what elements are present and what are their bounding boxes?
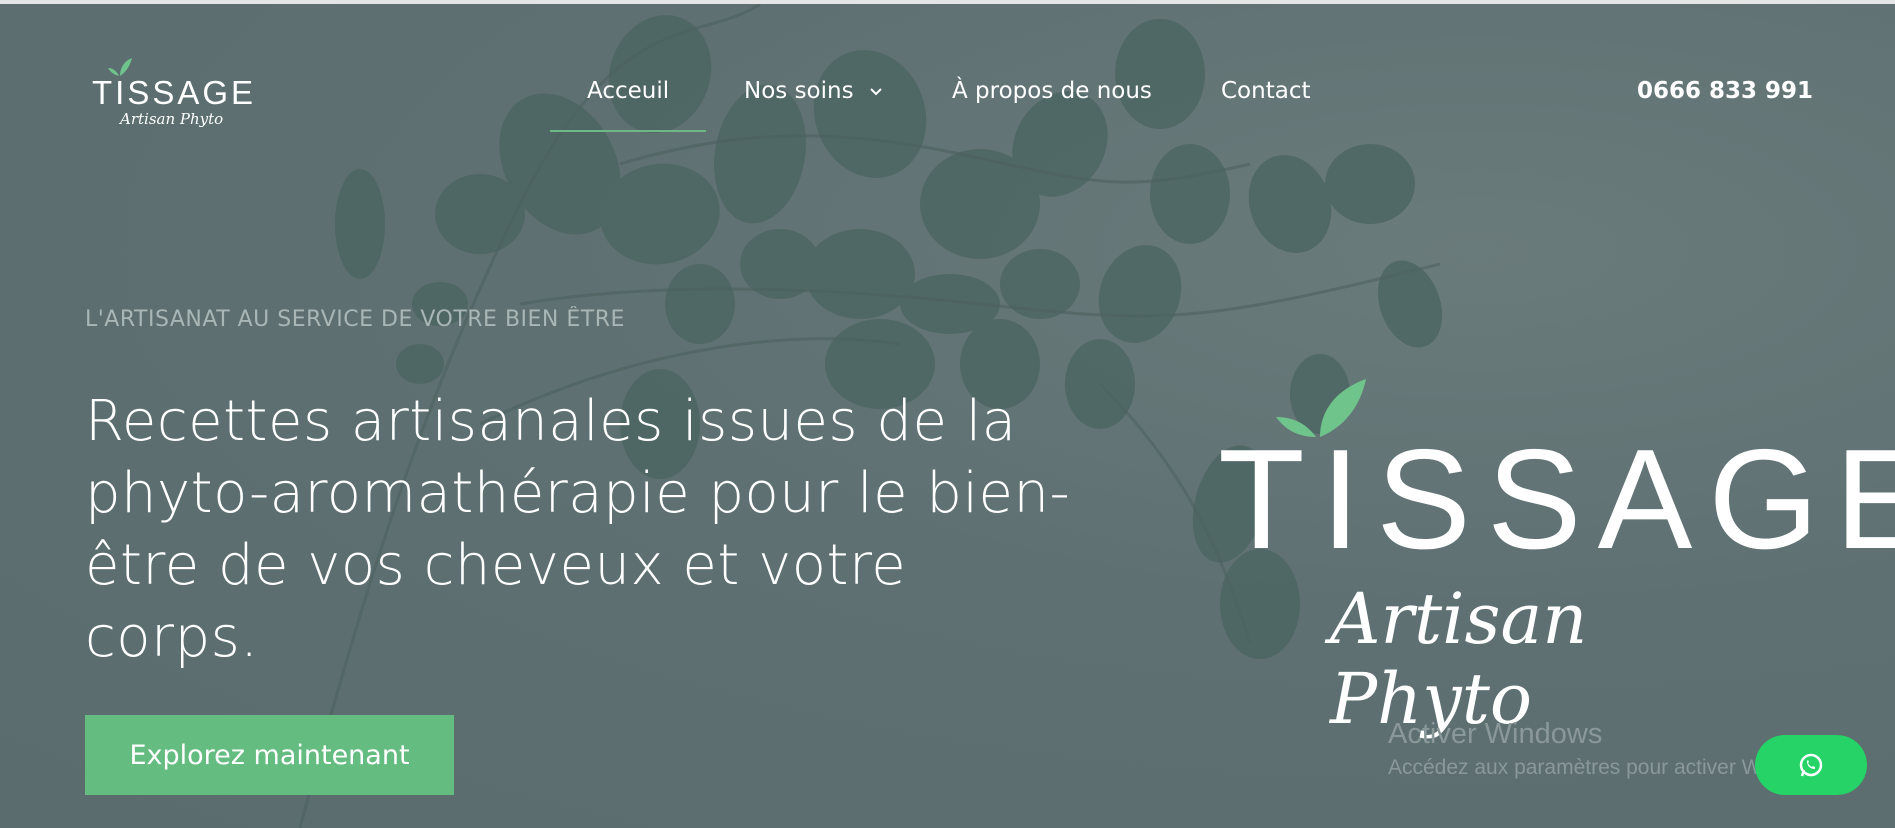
whatsapp-icon	[1799, 753, 1823, 777]
hero-eyebrow: L'ARTISANAT AU SERVICE DE VOTRE BIEN ÊTR…	[85, 307, 625, 332]
active-nav-indicator	[550, 130, 706, 132]
nav-item-contact[interactable]: Contact	[1221, 78, 1310, 104]
whatsapp-button[interactable]	[1755, 735, 1867, 795]
windows-activation-title: Activer Windows	[1388, 718, 1603, 750]
hero-section: TISSAGE Artisan Phyto Acceuil Nos soins …	[0, 4, 1895, 828]
logo-subtitle: Artisan Phyto	[120, 110, 224, 128]
nav-care-label: Nos soins	[744, 78, 854, 104]
brand-logo-large: TISSAGE Artisan Phyto	[1210, 379, 1895, 739]
chevron-down-icon	[870, 87, 882, 95]
nav-home-label: Acceuil	[587, 78, 670, 104]
nav-contact-label: Contact	[1221, 78, 1311, 104]
brand-title: TISSAGE	[1218, 420, 1895, 579]
site-logo[interactable]: TISSAGE Artisan Phyto	[92, 58, 253, 138]
nav-item-about[interactable]: À propos de nous	[952, 78, 1152, 104]
explore-now-button[interactable]: Explorez maintenant	[85, 715, 454, 795]
logo-title: TISSAGE	[92, 74, 257, 111]
nav-item-home[interactable]: Acceuil	[587, 78, 669, 104]
phone-number-link[interactable]: 0666 833 991	[1637, 78, 1813, 104]
nav-about-label: À propos de nous	[952, 78, 1152, 104]
hero-headline: Recettes artisanales issues de la phyto-…	[85, 389, 1071, 670]
brand-subtitle: Artisan Phyto	[1330, 578, 1588, 740]
nav-item-care[interactable]: Nos soins	[744, 78, 883, 104]
